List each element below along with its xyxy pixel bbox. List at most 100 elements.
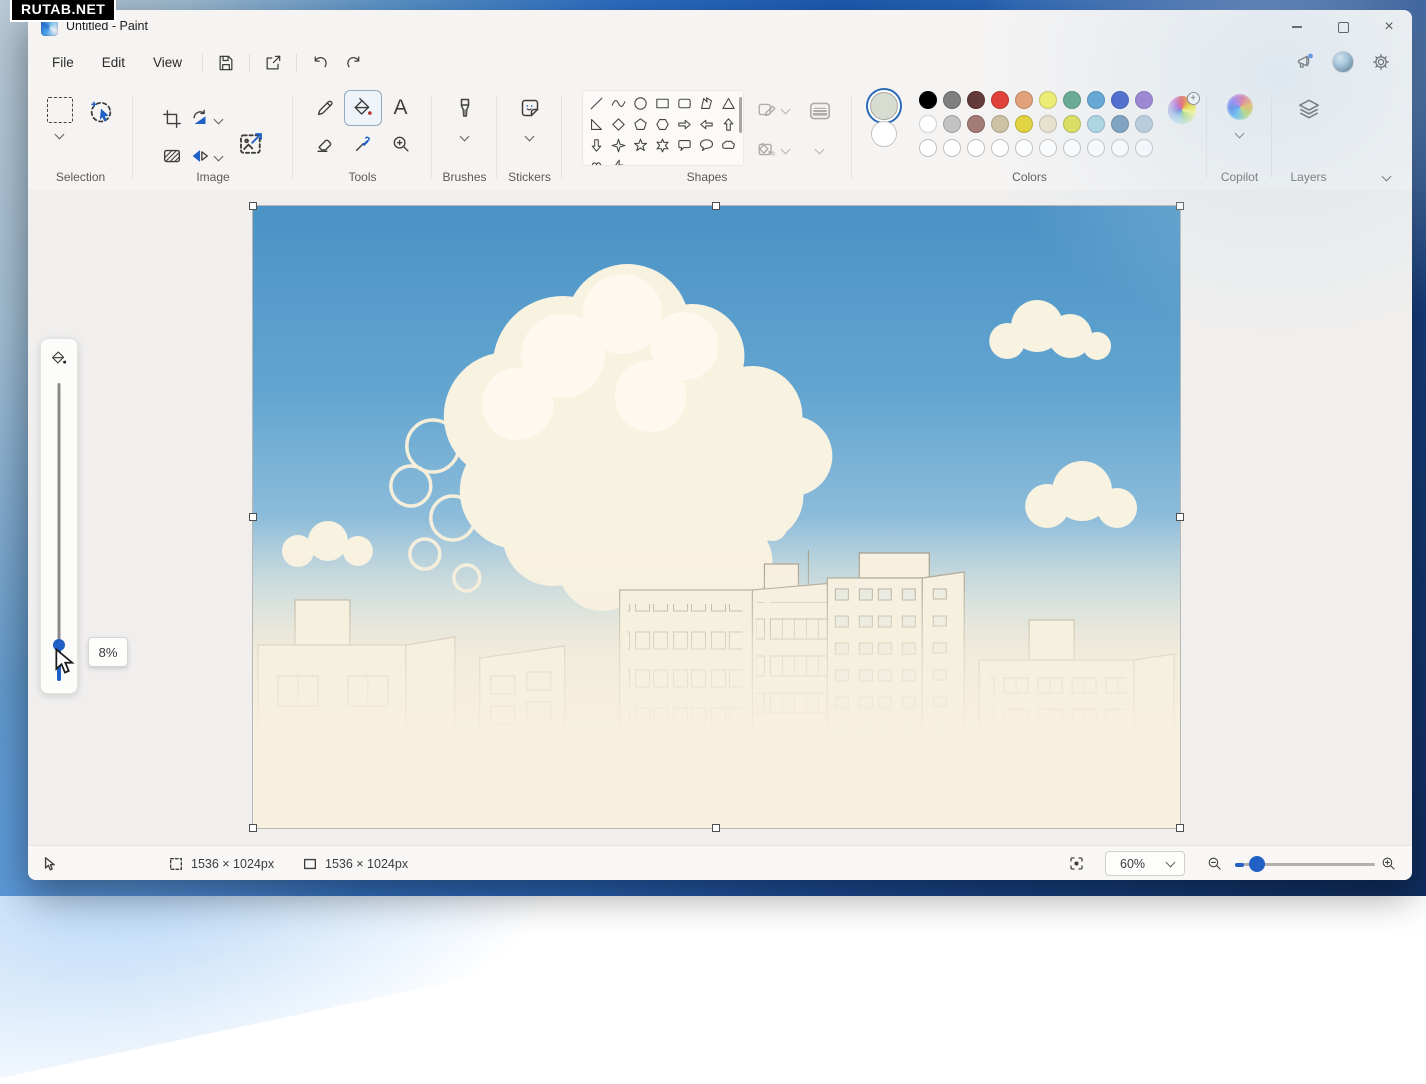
rotate-chevron-down-icon[interactable] [213, 114, 223, 124]
zoom-out-icon[interactable] [1206, 855, 1223, 872]
tolerance-slider-track[interactable] [58, 383, 61, 681]
shape-hexagon[interactable] [652, 114, 674, 135]
palette-color-r2-1[interactable] [943, 115, 961, 133]
redo-button[interactable] [337, 49, 371, 77]
palette-color-r1-7[interactable] [1087, 91, 1105, 109]
shape-thought-bubble[interactable] [718, 135, 740, 156]
shape-diamond[interactable] [608, 114, 630, 135]
edit-colors-button[interactable]: + [1168, 96, 1196, 124]
shape-arrow-right[interactable] [674, 114, 696, 135]
palette-color-r2-0[interactable] [919, 115, 937, 133]
menu-edit[interactable]: Edit [88, 50, 139, 75]
resize-image-button[interactable] [236, 129, 266, 159]
undo-button[interactable] [303, 49, 337, 77]
flip-button[interactable] [189, 145, 211, 167]
shape-lightning[interactable] [608, 156, 630, 166]
palette-color-r2-8[interactable] [1111, 115, 1129, 133]
selection-handle-bottom-center[interactable] [712, 824, 720, 832]
palette-empty-slot-5[interactable] [1039, 139, 1057, 157]
selection-handle-top-left[interactable] [249, 202, 257, 210]
account-avatar[interactable] [1332, 51, 1354, 73]
color-picker-tool-button[interactable] [344, 126, 382, 162]
settings-button[interactable] [1364, 48, 1398, 76]
line-thickness-chevron-icon[interactable] [815, 145, 825, 155]
pencil-tool-button[interactable] [306, 90, 344, 126]
menu-view[interactable]: View [139, 50, 196, 75]
shape-triangle[interactable] [718, 93, 740, 114]
palette-color-r1-5[interactable] [1039, 91, 1057, 109]
palette-color-r1-6[interactable] [1063, 91, 1081, 109]
shape-pentagon[interactable] [630, 114, 652, 135]
shape-heart[interactable] [586, 156, 608, 166]
palette-color-r1-9[interactable] [1135, 91, 1153, 109]
eraser-tool-button[interactable] [306, 126, 344, 162]
palette-empty-slot-2[interactable] [967, 139, 985, 157]
zoom-in-icon[interactable] [1380, 855, 1397, 872]
selection-handle-bottom-right[interactable] [1176, 824, 1184, 832]
text-tool-button[interactable]: A [382, 90, 420, 126]
selection-chevron-down-icon[interactable] [55, 130, 65, 140]
palette-empty-slot-8[interactable] [1111, 139, 1129, 157]
close-button[interactable]: × [1366, 10, 1412, 44]
selection-handle-top-center[interactable] [712, 202, 720, 210]
shape-curve[interactable] [608, 93, 630, 114]
selection-handle-top-right[interactable] [1176, 202, 1184, 210]
shape-arrow-up[interactable] [718, 114, 740, 135]
palette-color-r2-3[interactable] [991, 115, 1009, 133]
shape-star-5[interactable] [630, 135, 652, 156]
copilot-chevron-down-icon[interactable] [1235, 129, 1245, 139]
zoom-slider-thumb[interactable] [1249, 856, 1265, 872]
palette-empty-slot-6[interactable] [1063, 139, 1081, 157]
palette-empty-slot-1[interactable] [943, 139, 961, 157]
magnifier-tool-button[interactable] [382, 126, 420, 162]
selection-handle-middle-left[interactable] [249, 513, 257, 521]
palette-color-r2-9[interactable] [1135, 115, 1153, 133]
shape-speech-rectangle[interactable] [674, 135, 696, 156]
rectangle-select-button[interactable] [47, 97, 73, 123]
palette-empty-slot-4[interactable] [1015, 139, 1033, 157]
shape-fill-button[interactable]: 0 [756, 138, 778, 160]
palette-color-r1-1[interactable] [943, 91, 961, 109]
save-button[interactable] [209, 49, 243, 77]
palette-color-r2-4[interactable] [1015, 115, 1033, 133]
shape-polygon[interactable] [696, 93, 718, 114]
copilot-icon[interactable] [1227, 94, 1253, 120]
maximize-button[interactable] [1320, 10, 1366, 44]
shape-star-6[interactable] [652, 135, 674, 156]
shape-star-4[interactable] [608, 135, 630, 156]
brush-icon[interactable] [453, 96, 477, 120]
palette-empty-slot-0[interactable] [919, 139, 937, 157]
palette-color-r2-2[interactable] [967, 115, 985, 133]
minimize-button[interactable] [1274, 10, 1320, 44]
shape-arrow-left[interactable] [696, 114, 718, 135]
palette-color-r1-0[interactable] [919, 91, 937, 109]
share-button[interactable] [256, 49, 290, 77]
shape-speech-oval[interactable] [696, 135, 718, 156]
fit-to-screen-icon[interactable] [1068, 855, 1085, 872]
canvas[interactable] [253, 206, 1180, 828]
crop-button[interactable] [161, 108, 183, 130]
shape-outline-chevron-icon[interactable] [780, 104, 790, 114]
shape-line[interactable] [586, 93, 608, 114]
layers-icon[interactable] [1296, 96, 1322, 122]
shape-oval[interactable] [630, 93, 652, 114]
palette-color-r2-6[interactable] [1063, 115, 1081, 133]
shapes-scrollbar[interactable] [739, 97, 742, 133]
palette-color-r1-4[interactable] [1015, 91, 1033, 109]
selection-handle-bottom-left[interactable] [249, 824, 257, 832]
remove-background-button[interactable] [161, 145, 183, 167]
shape-right-triangle[interactable] [586, 114, 608, 135]
shape-rectangle[interactable] [652, 93, 674, 114]
selection-handle-middle-right[interactable] [1176, 513, 1184, 521]
shape-outline-button[interactable] [756, 98, 778, 120]
brushes-chevron-down-icon[interactable] [460, 132, 470, 142]
menu-file[interactable]: File [38, 50, 88, 75]
palette-empty-slot-7[interactable] [1087, 139, 1105, 157]
palette-color-r2-5[interactable] [1039, 115, 1057, 133]
stickers-chevron-down-icon[interactable] [525, 132, 535, 142]
palette-color-r1-3[interactable] [991, 91, 1009, 109]
fill-tool-button[interactable] [344, 90, 382, 126]
palette-color-r1-2[interactable] [967, 91, 985, 109]
secondary-color-swatch[interactable] [871, 121, 897, 147]
palette-empty-slot-3[interactable] [991, 139, 1009, 157]
